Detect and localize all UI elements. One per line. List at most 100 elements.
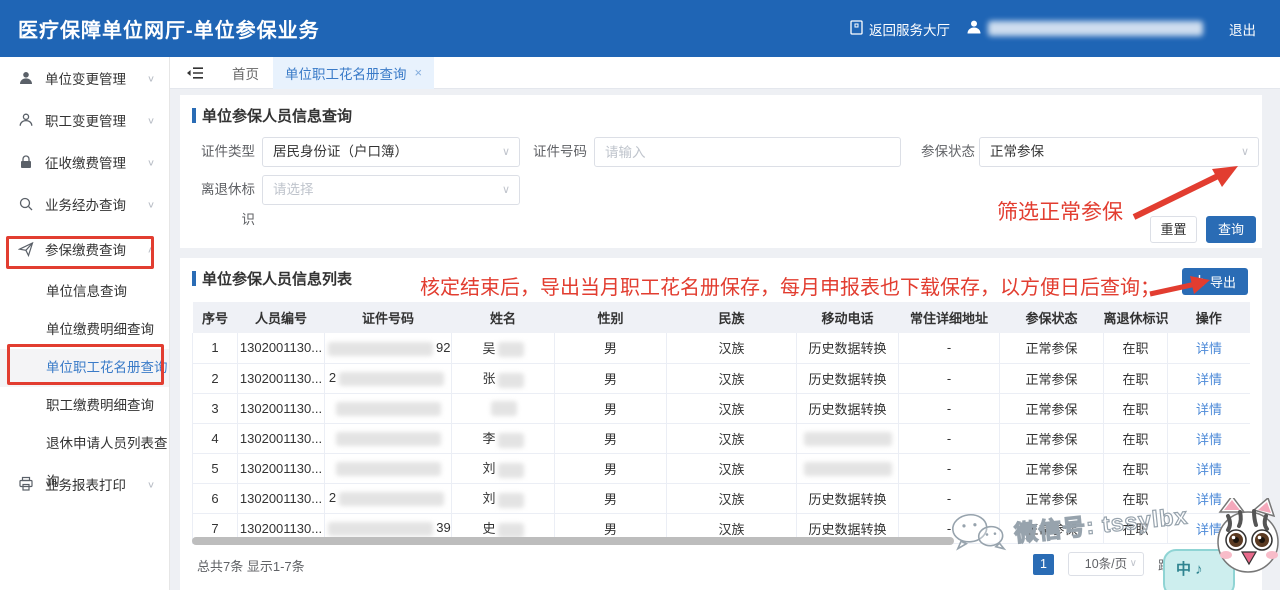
annotation-filter-note: 筛选正常参保 — [997, 196, 1123, 226]
jump-label: 跳转 — [1158, 555, 1184, 574]
col-phone: 移动电话 — [797, 302, 899, 333]
blurred-phone — [804, 432, 892, 446]
chevron-down-icon: ∨ — [147, 73, 155, 83]
sidebar-submenu: 单位信息查询 单位缴费明细查询 单位职工花名册查询 职工缴费明细查询 退休申请人… — [0, 273, 169, 463]
export-button[interactable]: 导出 — [1182, 268, 1248, 295]
close-icon[interactable]: × — [415, 65, 423, 80]
blurred-name — [491, 401, 517, 416]
col-status: 参保状态 — [1000, 302, 1104, 333]
chevron-down-icon: ∨ — [1241, 138, 1249, 166]
blurred-id — [328, 522, 433, 536]
table-row: 11302001130... 92937 吴 男汉族 历史数据转换- 正常参保在… — [193, 333, 1251, 363]
status-select[interactable]: 正常参保 ∨ — [979, 137, 1259, 167]
sidebar-subitem-roster-query[interactable]: 单位职工花名册查询 — [0, 349, 169, 387]
list-panel: 单位参保人员信息列表 导出 序号 人员编号 证件号码 姓名 性别 民族 移动电话 — [180, 258, 1262, 590]
chevron-down-icon: ∨ — [147, 157, 155, 167]
blurred-id — [336, 402, 441, 416]
chevron-down-icon: ∨ — [502, 176, 510, 204]
app-title: 医疗保障单位网厅-单位参保业务 — [18, 14, 320, 43]
sidebar-item-unit-change[interactable]: 单位变更管理∨ — [0, 57, 169, 99]
table-row: 51302001130... 刘 男汉族 - 正常参保在职 详情 — [193, 453, 1251, 483]
horizontal-scrollbar[interactable] — [192, 537, 954, 545]
detail-link[interactable]: 详情 — [1196, 492, 1222, 507]
detail-link[interactable]: 详情 — [1196, 462, 1222, 477]
user-filled-icon — [18, 70, 34, 86]
retire-flag-select[interactable]: 请选择 ∨ — [262, 175, 520, 205]
page-1-button[interactable]: 1 — [1033, 554, 1054, 575]
document-icon — [850, 20, 863, 38]
blurred-name — [498, 463, 524, 478]
user-outline-icon — [18, 112, 34, 128]
roster-table: 序号 人员编号 证件号码 姓名 性别 民族 移动电话 常住详细地址 参保状态 离… — [192, 302, 1250, 544]
col-name: 姓名 — [452, 302, 555, 333]
table-header-row: 序号 人员编号 证件号码 姓名 性别 民族 移动电话 常住详细地址 参保状态 离… — [193, 302, 1251, 333]
download-icon — [1194, 274, 1205, 289]
page-size-select[interactable]: 10条/页 ∨ — [1068, 552, 1144, 576]
blurred-name — [498, 523, 524, 538]
detail-link[interactable]: 详情 — [1196, 372, 1222, 387]
cert-type-select[interactable]: 居民身份证（户口簿） ∨ — [262, 137, 520, 167]
search-button[interactable]: 查询 — [1206, 216, 1256, 243]
cert-no-input[interactable] — [594, 137, 901, 167]
col-gender: 性别 — [555, 302, 667, 333]
blurred-name — [498, 373, 524, 388]
header-right: 返回服务大厅 退出 — [850, 19, 1256, 39]
user-info[interactable] — [966, 19, 1203, 38]
col-nation: 民族 — [667, 302, 797, 333]
col-cert-no: 证件号码 — [325, 302, 452, 333]
chevron-down-icon: ∨ — [147, 115, 155, 125]
blurred-name — [498, 342, 524, 357]
chevron-down-icon: ∨ — [502, 138, 510, 166]
detail-link[interactable]: 详情 — [1196, 341, 1222, 356]
tab-roster-query[interactable]: 单位职工花名册查询 × — [273, 57, 434, 89]
cert-type-label: 证件类型 — [200, 137, 255, 167]
blurred-name — [498, 433, 524, 448]
pagination: 1 10条/页 ∨ 跳转 — [1033, 552, 1184, 576]
col-address: 常住详细地址 — [899, 302, 1000, 333]
tab-bar: 首页 单位职工花名册查询 × — [170, 57, 1280, 89]
table-total-text: 总共7条 显示1-7条 — [197, 556, 305, 575]
chevron-up-icon: ∧ — [147, 244, 155, 254]
collapse-menu-icon[interactable] — [186, 66, 204, 80]
sidebar: 单位变更管理∨ 职工变更管理∨ 征收缴费管理∨ 业务经办查询∨ 参保缴费查询∧ … — [0, 57, 170, 590]
sidebar-subitem-employee-payment-detail[interactable]: 职工缴费明细查询 — [0, 387, 169, 425]
retire-flag-label: 离退休标识 — [188, 175, 255, 235]
blurred-id — [328, 342, 433, 356]
query-section-title: 单位参保人员信息查询 — [180, 95, 1262, 126]
tab-home[interactable]: 首页 — [218, 63, 273, 83]
table-row: 21302001130... 2 张 男汉族 历史数据转换- 正常参保在职 详情 — [193, 363, 1251, 393]
return-hall-link[interactable]: 返回服务大厅 — [850, 19, 950, 39]
user-name-blurred — [988, 21, 1203, 36]
sidebar-item-report-print[interactable]: 业务报表打印∨ — [0, 463, 169, 505]
sidebar-item-collection-mgmt[interactable]: 征收缴费管理∨ — [0, 141, 169, 183]
blurred-id — [339, 372, 444, 386]
blurred-name — [498, 493, 524, 508]
status-label: 参保状态 — [920, 137, 975, 167]
sidebar-item-business-query[interactable]: 业务经办查询∨ — [0, 183, 169, 225]
cert-no-label: 证件号码 — [532, 137, 587, 167]
table-row: 31302001130... 男汉族 历史数据转换- 正常参保在职 详情 — [193, 393, 1251, 423]
detail-link[interactable]: 详情 — [1196, 522, 1222, 537]
user-icon — [966, 19, 982, 38]
blurred-id — [336, 462, 441, 476]
detail-link[interactable]: 详情 — [1196, 432, 1222, 447]
sidebar-item-employee-change[interactable]: 职工变更管理∨ — [0, 99, 169, 141]
sidebar-subitem-unit-info[interactable]: 单位信息查询 — [0, 273, 169, 311]
table-row: 61302001130... 2 刘 男汉族 历史数据转换- 正常参保在职 详情 — [193, 483, 1251, 513]
reset-button[interactable]: 重置 — [1150, 216, 1197, 243]
col-emp-no: 人员编号 — [238, 302, 325, 333]
printer-icon — [18, 476, 34, 492]
col-action: 操作 — [1168, 302, 1251, 333]
sidebar-subitem-unit-payment-detail[interactable]: 单位缴费明细查询 — [0, 311, 169, 349]
col-index: 序号 — [193, 302, 238, 333]
detail-link[interactable]: 详情 — [1196, 402, 1222, 417]
sidebar-subitem-retire-apply-list[interactable]: 退休申请人员列表查询 — [0, 425, 169, 463]
search-icon — [18, 196, 34, 212]
chevron-down-icon: ∨ — [147, 199, 155, 209]
section-bar-icon — [192, 271, 196, 286]
blurred-phone — [804, 462, 892, 476]
section-bar-icon — [192, 108, 196, 123]
logout-button[interactable]: 退出 — [1229, 19, 1256, 39]
sidebar-item-insurance-payment-query[interactable]: 参保缴费查询∧ — [0, 225, 169, 273]
lock-icon — [18, 154, 34, 170]
